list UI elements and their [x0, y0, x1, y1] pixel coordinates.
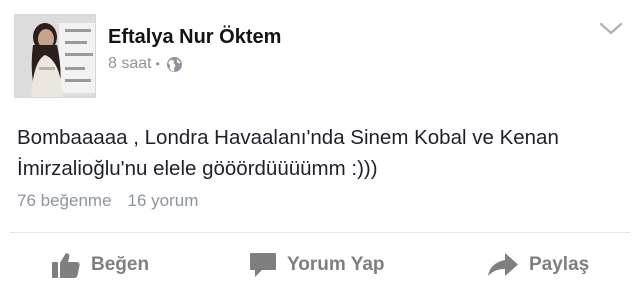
share-button[interactable]: Paylaş	[487, 244, 589, 286]
action-bar: Beğen Yorum Yap Paylaş	[0, 244, 640, 286]
globe-icon[interactable]	[166, 56, 183, 73]
avatar[interactable]	[14, 14, 96, 98]
comments-count[interactable]: 16 yorum	[128, 191, 199, 211]
thumbs-up-icon	[51, 252, 91, 279]
share-arrow-icon	[487, 252, 529, 278]
share-label: Paylaş	[529, 254, 590, 275]
likes-count[interactable]: 76 beğenme	[17, 191, 112, 211]
post-meta: 8 saat •	[108, 55, 183, 73]
like-label: Beğen	[91, 254, 150, 275]
post-counts: 76 beğenme 16 yorum	[17, 191, 198, 211]
meta-separator: •	[155, 57, 160, 71]
divider	[10, 232, 630, 233]
comment-button[interactable]: Yorum Yap	[249, 244, 385, 286]
chevron-down-icon[interactable]	[598, 20, 624, 38]
post-timestamp[interactable]: 8 saat	[108, 55, 152, 73]
post-text: Bombaaaaa , Londra Havaalanı'nda Sinem K…	[17, 126, 559, 180]
comment-label: Yorum Yap	[287, 254, 385, 275]
speech-bubble-icon	[249, 251, 287, 279]
facebook-post: Eftalya Nur Öktem 8 saat • Bombaaaaa , L…	[0, 0, 640, 297]
like-button[interactable]: Beğen	[51, 244, 149, 286]
author-name[interactable]: Eftalya Nur Öktem	[108, 26, 281, 49]
